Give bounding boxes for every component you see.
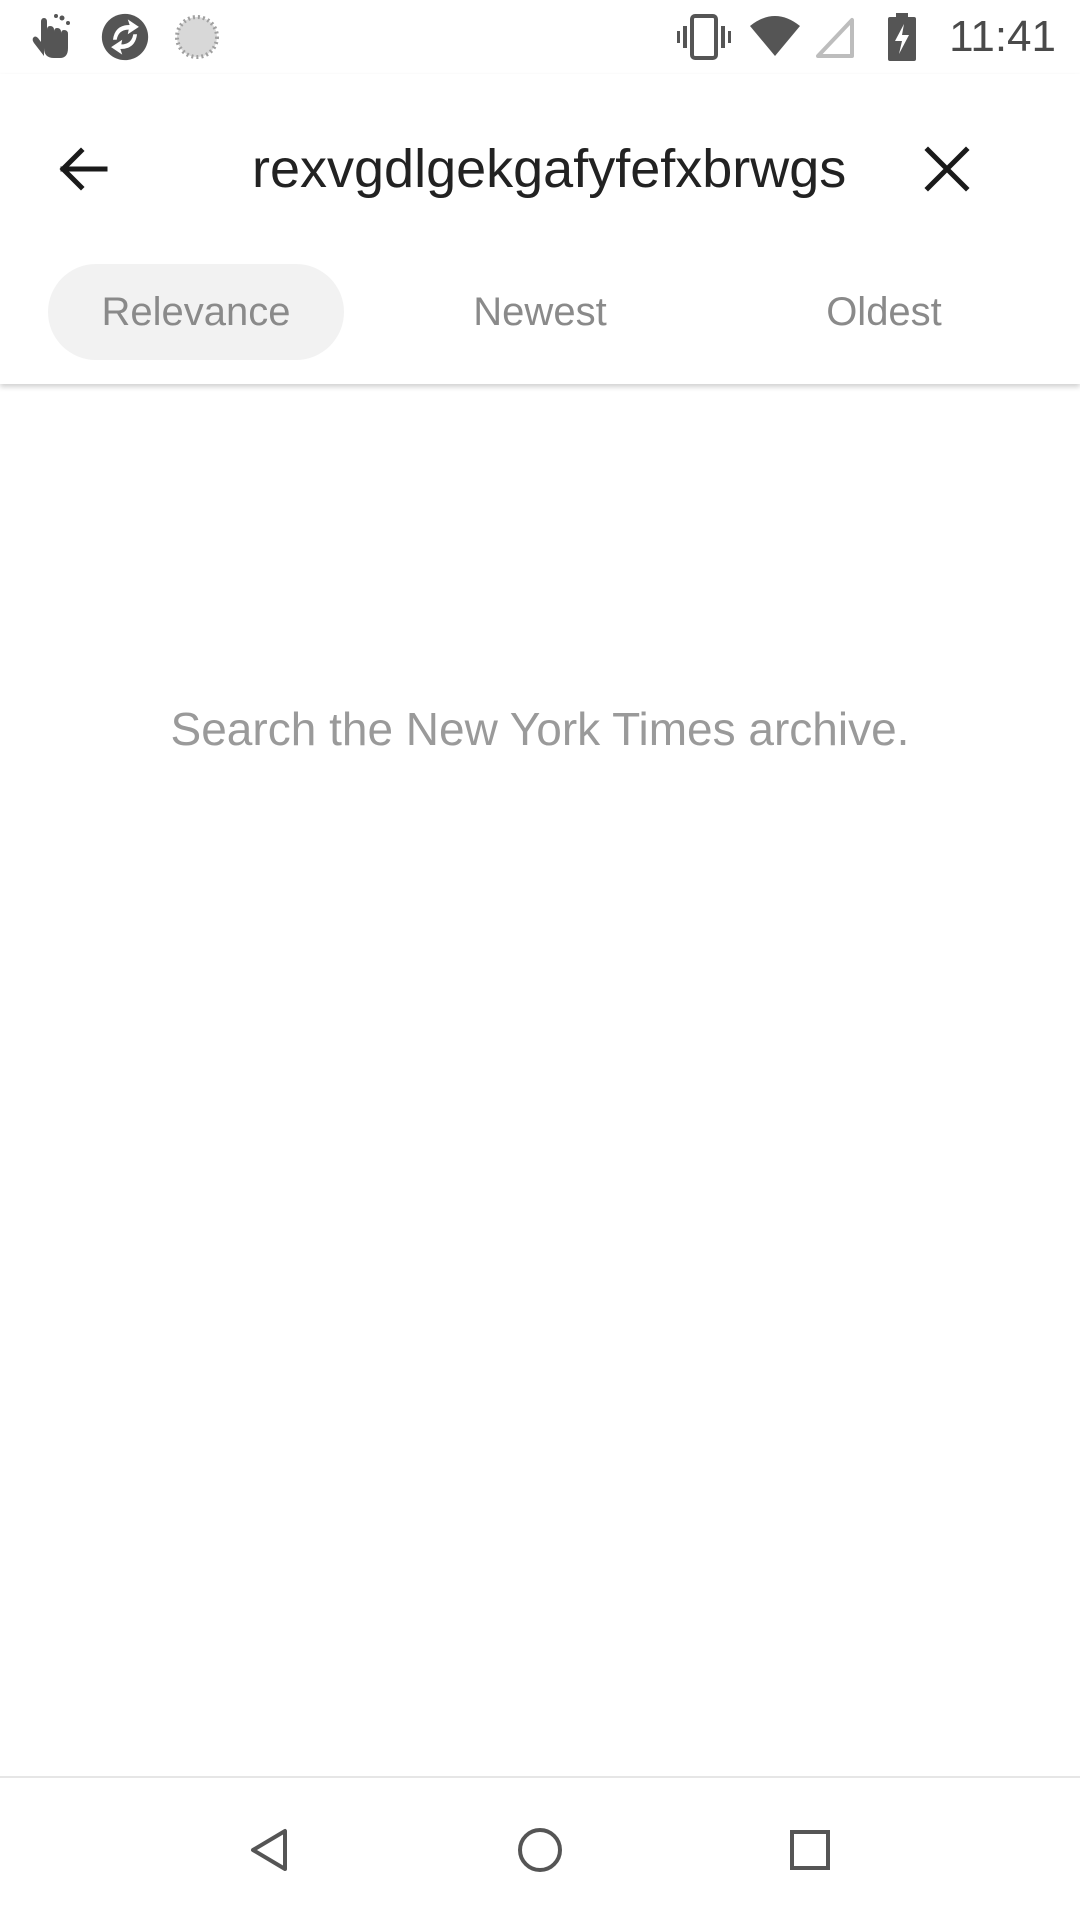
- search-results-area: Search the New York Times archive.: [0, 384, 1080, 1776]
- status-time: 11:41: [949, 12, 1056, 61]
- wifi-icon: [750, 16, 800, 56]
- nav-home-icon: [518, 1828, 562, 1872]
- clear-search-button[interactable]: [902, 124, 992, 214]
- tab-newest[interactable]: Newest: [392, 264, 688, 360]
- search-header: rexvgdlgekgafyfefxbrwgs Relevance Newest…: [0, 74, 1080, 384]
- hand-notification-icon: [32, 14, 70, 58]
- search-input[interactable]: rexvgdlgekgafyfefxbrwgs: [252, 129, 892, 209]
- tab-relevance[interactable]: Relevance: [48, 264, 344, 360]
- signal-icon: [816, 18, 854, 58]
- sort-tabs: Relevance Newest Oldest: [0, 264, 1080, 360]
- navigation-bar: [0, 1776, 1080, 1920]
- nav-home-button[interactable]: [490, 1800, 590, 1900]
- loading-icon: [175, 15, 219, 59]
- screen: 11:41 rexvgdlgekgafyfefxbrwgs Relevance …: [0, 0, 1080, 1920]
- close-icon: [924, 146, 970, 192]
- empty-state-message: Search the New York Times archive.: [170, 703, 910, 755]
- nav-back-button[interactable]: [220, 1800, 320, 1900]
- vibrate-icon: [677, 14, 731, 60]
- status-bar: 11:41: [0, 0, 1080, 74]
- nav-recents-icon: [790, 1830, 830, 1870]
- battery-charging-icon: [888, 13, 916, 61]
- back-button[interactable]: [38, 124, 128, 214]
- arrow-left-icon: [59, 147, 108, 191]
- nav-recents-button[interactable]: [760, 1800, 860, 1900]
- nav-back-icon: [251, 1829, 287, 1871]
- tab-oldest[interactable]: Oldest: [736, 264, 1032, 360]
- app-sync-icon: [101, 13, 149, 61]
